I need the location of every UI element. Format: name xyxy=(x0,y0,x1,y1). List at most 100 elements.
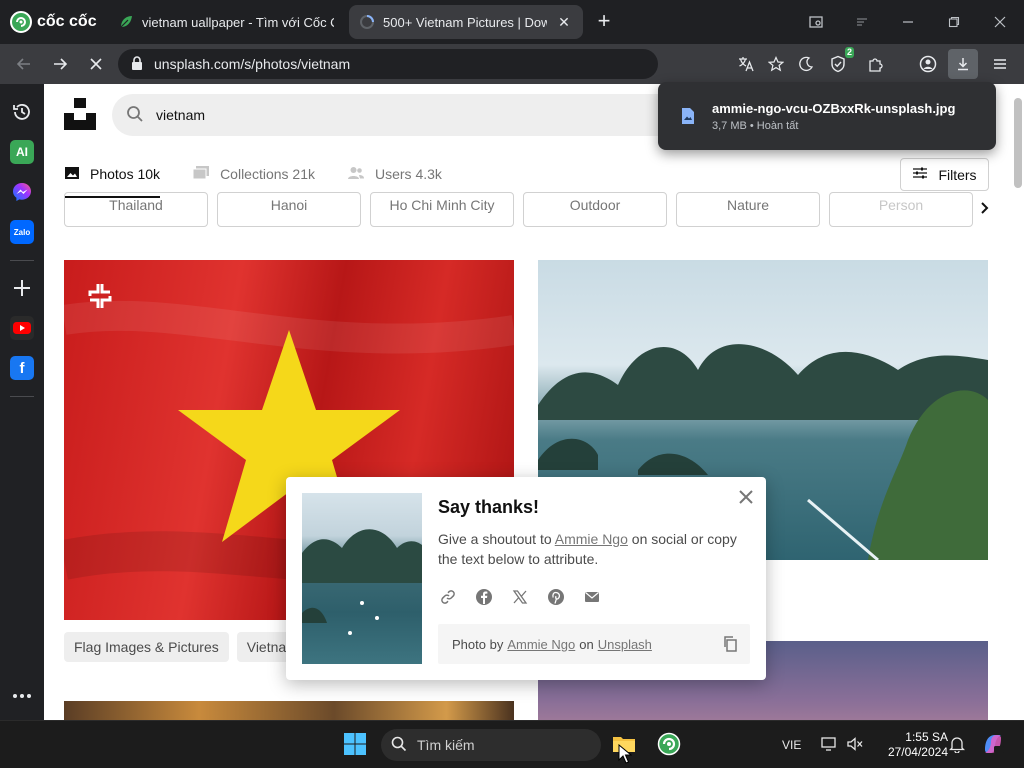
related-chip[interactable]: Thailand xyxy=(64,192,208,227)
close-window-button[interactable] xyxy=(980,6,1020,38)
translate-icon[interactable] xyxy=(734,52,758,76)
adblock-extension-icon[interactable]: 2 xyxy=(826,47,854,76)
bookmark-star-icon[interactable] xyxy=(764,52,788,76)
browser-toolbar: unsplash.com/s/photos/vietnam 2 xyxy=(0,44,1024,84)
related-chip[interactable]: Person xyxy=(829,192,973,227)
related-chip[interactable]: Outdoor xyxy=(523,192,667,227)
message-text: Give a shoutout to xyxy=(438,531,555,547)
image-icon xyxy=(64,165,80,184)
sidebar-divider xyxy=(10,260,34,261)
unsplash-logo[interactable] xyxy=(64,98,96,130)
add-icon[interactable] xyxy=(10,276,34,300)
unsplash-plus-icon xyxy=(84,280,116,312)
search-value[interactable]: vietnam xyxy=(156,107,205,123)
related-chip[interactable]: Nature xyxy=(676,192,820,227)
forward-button[interactable] xyxy=(48,52,72,76)
copy-icon[interactable] xyxy=(720,634,740,654)
messenger-icon[interactable] xyxy=(10,180,34,204)
x-icon[interactable] xyxy=(510,587,530,607)
youtube-icon[interactable] xyxy=(10,316,34,340)
coccoc-logo-icon xyxy=(10,11,32,33)
url-text[interactable]: unsplash.com/s/photos/vietnam xyxy=(154,56,350,72)
chip-label: Nature xyxy=(726,197,770,213)
attribution-box: Photo by Ammie Ngo on Unsplash xyxy=(438,624,750,664)
facebook-icon[interactable]: f xyxy=(10,356,34,380)
minimize-button[interactable] xyxy=(888,6,928,38)
filters-button[interactable]: Filters xyxy=(900,158,989,191)
chip-label: Outdoor xyxy=(569,197,621,213)
system-clock[interactable]: 1:55 SA 27/04/2024 xyxy=(868,730,948,760)
say-thanks-dialog: Say thanks! Give a shoutout to Ammie Ngo… xyxy=(286,477,766,680)
dialog-message: Give a shoutout to Ammie Ngo on social o… xyxy=(438,529,748,569)
photo-lanterns[interactable] xyxy=(64,701,514,720)
back-button[interactable] xyxy=(12,52,36,76)
tab-users[interactable]: Users 4.3k xyxy=(347,154,442,194)
download-bubble[interactable]: ammie-ngo-vcu-OZBxxRk-unsplash.jpg 3,7 M… xyxy=(658,82,996,150)
language-indicator[interactable]: VIE xyxy=(782,738,801,752)
facebook-icon[interactable] xyxy=(474,587,494,607)
page-scrollbar[interactable] xyxy=(1014,98,1022,188)
tag-label: Flag Images & Pictures xyxy=(74,639,219,655)
tag-chip[interactable]: Flag Images & Pictures xyxy=(64,632,229,662)
related-chip[interactable]: Ho Chi Minh City xyxy=(370,192,514,227)
close-icon[interactable] xyxy=(736,487,756,507)
facebook-icon-label: f xyxy=(19,359,25,377)
chip-label: Ho Chi Minh City xyxy=(389,197,495,213)
stop-loading-button[interactable] xyxy=(84,52,108,76)
menu-hamburger-icon[interactable] xyxy=(988,52,1012,76)
zalo-icon-label: Zalo xyxy=(13,227,31,237)
profile-icon[interactable] xyxy=(916,52,940,76)
chip-label: Hanoi xyxy=(270,197,308,213)
sliders-icon xyxy=(912,166,928,183)
new-tab-button[interactable]: + xyxy=(592,10,616,34)
coccoc-taskbar-icon[interactable] xyxy=(656,731,682,757)
volume-muted-icon[interactable] xyxy=(842,731,868,757)
tab-photos[interactable]: Photos 10k xyxy=(64,154,161,198)
taskbar-search-input[interactable]: Tìm kiếm xyxy=(381,729,601,761)
attribution-site-link[interactable]: Unsplash xyxy=(598,637,652,652)
email-icon[interactable] xyxy=(582,587,602,607)
tab-coccoc-search[interactable]: vietnam uallpaper - Tìm với Cốc Cốc xyxy=(108,5,344,39)
tab-label: Photos 10k xyxy=(90,166,161,182)
ai-icon[interactable]: AI xyxy=(10,140,34,164)
sidebar-divider xyxy=(10,396,34,397)
share-buttons xyxy=(438,587,602,607)
restore-button[interactable] xyxy=(934,6,974,38)
download-status: 3,7 MB • Hoàn tất xyxy=(712,119,799,132)
downloads-button[interactable] xyxy=(948,49,978,79)
search-icon xyxy=(391,736,407,755)
network-icon[interactable] xyxy=(817,731,843,757)
zalo-icon[interactable]: Zalo xyxy=(10,220,34,244)
browser-sidebar: AI Zalo f xyxy=(0,84,44,720)
attribution-author-link[interactable]: Ammie Ngo xyxy=(507,637,575,652)
clock-date: 27/04/2024 xyxy=(887,745,948,759)
copilot-icon[interactable] xyxy=(980,731,1006,757)
link-icon[interactable] xyxy=(438,587,458,607)
tab-search-icon[interactable] xyxy=(842,6,882,38)
download-filename[interactable]: ammie-ngo-vcu-OZBxxRk-unsplash.jpg xyxy=(712,101,955,116)
taskbar-search-placeholder: Tìm kiếm xyxy=(417,737,475,753)
dark-mode-icon[interactable] xyxy=(794,52,818,76)
search-tabs: Photos 10k Collections 21k Users 4.3k xyxy=(64,154,442,198)
extensions-puzzle-icon[interactable] xyxy=(864,52,888,76)
tab-unsplash[interactable]: 500+ Vietnam Pictures | Download ✕ xyxy=(349,5,583,39)
windows-start-icon[interactable] xyxy=(342,731,368,757)
more-icon[interactable] xyxy=(10,684,34,708)
clock-time: 1:55 SA xyxy=(905,730,948,744)
lock-icon[interactable] xyxy=(130,55,144,74)
tab-collections[interactable]: Collections 21k xyxy=(192,154,315,194)
author-link[interactable]: Ammie Ngo xyxy=(555,531,628,547)
pinterest-icon[interactable] xyxy=(546,587,566,607)
history-icon[interactable] xyxy=(10,100,34,124)
search-input[interactable]: vietnam xyxy=(112,94,712,136)
related-chip[interactable]: Hanoi xyxy=(217,192,361,227)
tab-close-icon[interactable]: ✕ xyxy=(555,13,573,31)
address-bar[interactable]: unsplash.com/s/photos/vietnam xyxy=(118,49,658,79)
title-bar: cốc cốc vietnam uallpaper - Tìm với Cốc … xyxy=(0,0,1024,44)
screenshot-icon[interactable] xyxy=(796,6,836,38)
chevron-right-icon[interactable] xyxy=(972,196,996,220)
notification-bell-icon[interactable] xyxy=(944,731,970,757)
browser-brand[interactable]: cốc cốc xyxy=(10,8,97,36)
photo-thumbnail xyxy=(302,493,422,664)
tag-label: Vietna xyxy=(246,639,287,655)
